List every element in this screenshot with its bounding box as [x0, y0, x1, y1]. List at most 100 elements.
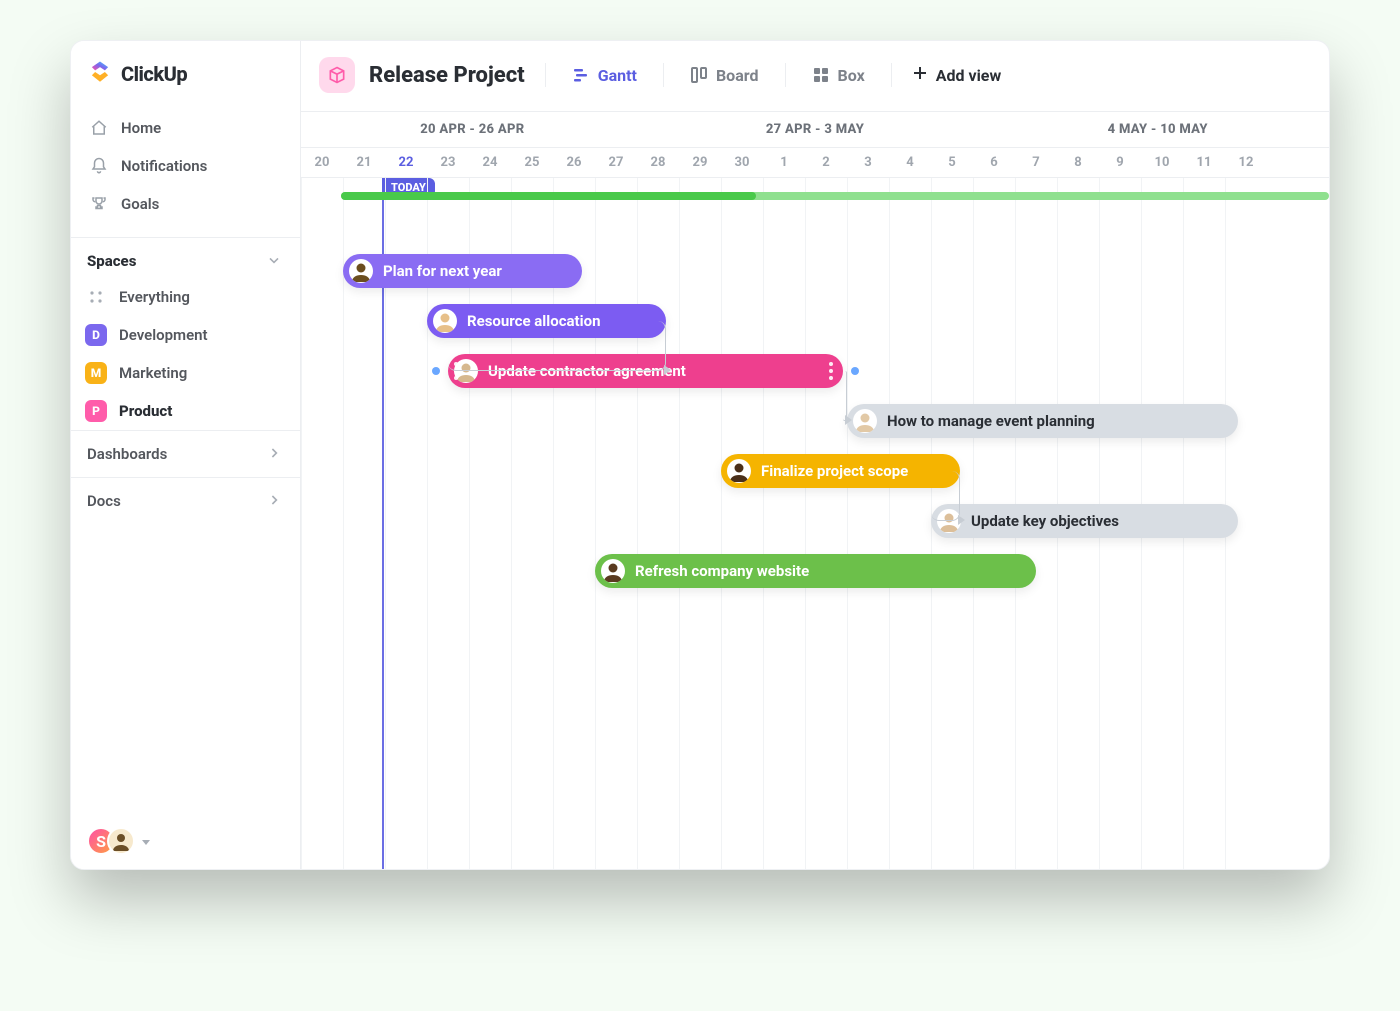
day-label: 27	[595, 148, 637, 177]
task-label: Plan for next year	[383, 262, 502, 280]
resize-handle-icon[interactable]	[829, 362, 837, 380]
sidebar-space-marketing[interactable]: MMarketing	[71, 354, 300, 392]
chevron-right-icon	[266, 492, 284, 510]
brand-name: ClickUp	[121, 62, 187, 86]
dependency-line	[843, 371, 847, 421]
task-bar-scope[interactable]: Finalize project scope	[721, 454, 960, 488]
range-label: 20 APR - 26 APR	[301, 112, 644, 147]
sidebar-item-notifications[interactable]: Notifications	[79, 147, 292, 185]
progress-fill	[341, 192, 756, 200]
day-label: 25	[511, 148, 553, 177]
plus-icon	[912, 65, 928, 85]
gantt-icon	[572, 66, 590, 84]
day-label: 9	[1099, 148, 1141, 177]
day-label: 22	[385, 148, 427, 177]
sidebar-item-goals[interactable]: Goals	[79, 185, 292, 223]
day-label: 12	[1225, 148, 1267, 177]
day-label: 7	[1015, 148, 1057, 177]
task-label: Refresh company website	[635, 562, 809, 580]
assignee-avatar	[349, 259, 373, 283]
sidebar: ClickUp Home Notifications Goals Spaces …	[71, 41, 301, 869]
space-badge: D	[85, 324, 107, 346]
sidebar-footer: S	[71, 813, 300, 869]
view-label: Gantt	[598, 66, 637, 85]
sidebar-space-product[interactable]: PProduct	[71, 392, 300, 430]
sidebar-item-dashboards[interactable]: Dashboards	[71, 430, 300, 477]
day-label: 21	[343, 148, 385, 177]
task-label: Finalize project scope	[761, 462, 908, 480]
main: Release Project Gantt Board Box Add view	[301, 41, 1329, 869]
sidebar-space-development[interactable]: D Development	[71, 316, 300, 354]
day-label: 10	[1141, 148, 1183, 177]
assignee-avatar	[853, 409, 877, 433]
day-label: 6	[973, 148, 1015, 177]
arrow-right-icon	[664, 365, 671, 375]
brand-logo-icon	[87, 59, 113, 89]
day-label: 28	[637, 148, 679, 177]
add-view-button[interactable]: Add view	[912, 65, 1001, 85]
project-title: Release Project	[369, 63, 525, 88]
chevron-right-icon	[266, 445, 284, 463]
view-label: Board	[716, 66, 759, 85]
sidebar-item-home[interactable]: Home	[79, 109, 292, 147]
board-icon	[690, 66, 708, 84]
divider	[785, 63, 786, 87]
task-bar-obj[interactable]: Update key objectives	[931, 504, 1238, 538]
space-badge: M	[85, 362, 107, 384]
task-bar-website[interactable]: Refresh company website	[595, 554, 1036, 588]
task-label: Update key objectives	[971, 512, 1119, 530]
arrow-right-icon	[845, 415, 852, 425]
user-avatar[interactable]	[107, 827, 135, 855]
spaces-title: Spaces	[87, 252, 136, 270]
sidebar-label: Goals	[121, 195, 159, 213]
day-label: 1	[763, 148, 805, 177]
sidebar-item-docs[interactable]: Docs	[71, 477, 300, 524]
timeline-header: 20 APR - 26 APR 27 APR - 3 MAY 4 MAY - 1…	[301, 112, 1329, 178]
day-label: 4	[889, 148, 931, 177]
space-label: Development	[119, 326, 208, 344]
gantt-chart[interactable]: Plan for next yearResource allocationUpd…	[301, 178, 1329, 870]
view-tab-board[interactable]: Board	[684, 60, 765, 91]
task-label: How to manage event planning	[887, 412, 1095, 430]
dependency-dot-icon	[432, 367, 440, 375]
task-bar-event[interactable]: How to manage event planning	[847, 404, 1238, 438]
day-label: 2	[805, 148, 847, 177]
day-label: 30	[721, 148, 763, 177]
day-label: 11	[1183, 148, 1225, 177]
spaces-list: D Development MMarketingPProduct	[71, 316, 300, 430]
range-label: 4 MAY - 10 MAY	[986, 112, 1329, 147]
assignee-avatar	[727, 459, 751, 483]
divider	[663, 63, 664, 87]
space-label: Product	[119, 402, 172, 420]
day-label: 8	[1057, 148, 1099, 177]
view-label: Box	[838, 66, 865, 85]
bell-icon	[89, 156, 109, 176]
task-bar-plan[interactable]: Plan for next year	[343, 254, 582, 288]
date-ranges: 20 APR - 26 APR 27 APR - 3 MAY 4 MAY - 1…	[301, 112, 1329, 148]
avatar-letter: S	[96, 832, 106, 851]
app-window: ClickUp Home Notifications Goals Spaces …	[70, 40, 1330, 870]
divider	[545, 63, 546, 87]
view-tab-box[interactable]: Box	[806, 60, 871, 91]
caret-down-icon[interactable]	[141, 832, 151, 851]
day-label: 20	[301, 148, 343, 177]
sidebar-nav: Home Notifications Goals	[71, 109, 300, 237]
range-label: 27 APR - 3 MAY	[644, 112, 987, 147]
spaces-header[interactable]: Spaces	[71, 237, 300, 278]
brand: ClickUp	[71, 41, 300, 109]
trophy-icon	[89, 194, 109, 214]
sidebar-item-everything[interactable]: Everything	[71, 278, 300, 316]
box-view-icon	[812, 66, 830, 84]
dependency-line	[448, 321, 666, 371]
home-icon	[89, 118, 109, 138]
dashboards-label: Dashboards	[87, 445, 167, 463]
dependency-dot-icon	[851, 367, 859, 375]
day-label: 23	[427, 148, 469, 177]
sidebar-label: Home	[121, 119, 161, 137]
project-progress	[341, 192, 1329, 200]
dependency-line	[931, 471, 960, 521]
view-tab-gantt[interactable]: Gantt	[566, 60, 643, 91]
day-scale: 2021222324252627282930123456789101112TOD…	[301, 148, 1329, 178]
grid-dots-icon	[85, 286, 107, 308]
divider	[891, 63, 892, 87]
